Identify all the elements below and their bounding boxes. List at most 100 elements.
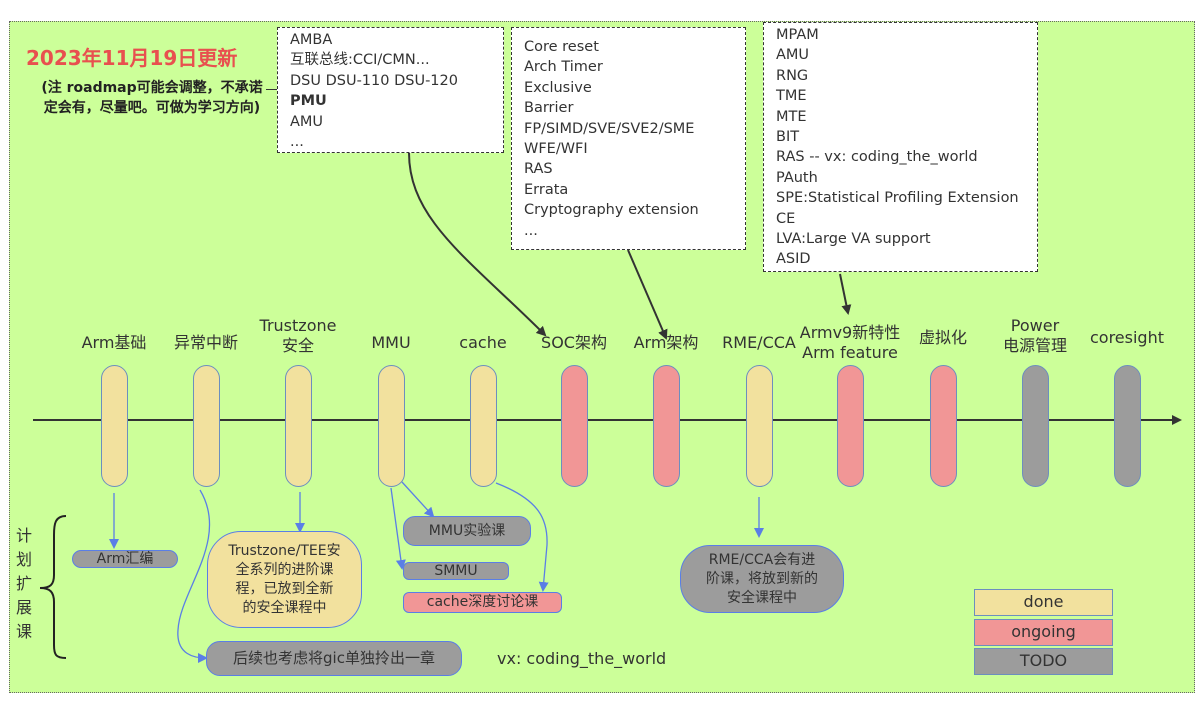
soc-item: 互联总线:CCI/CMN... <box>290 52 430 69</box>
milestone-label-line: RME/CCA <box>722 333 796 352</box>
armv9-item: RNG <box>776 67 809 84</box>
disclaimer-note: (注 roadmap可能会调整，不承诺 定会有，尽量吧。可做为学习方向) <box>18 78 286 118</box>
arrow-mmu-lab <box>401 481 435 518</box>
side-char: 计 <box>15 526 32 545</box>
milestone-ongoing[interactable] <box>560 365 588 487</box>
legend-label: TODO <box>1019 651 1068 670</box>
note-line-2: 定会有，尽量吧。可做为学习方向) <box>43 100 261 116</box>
legend-ongoing: ongoing <box>974 619 1113 646</box>
course-line: 程，已放到全新 <box>235 580 334 597</box>
milestone-ongoing[interactable] <box>929 365 957 487</box>
milestone-label: coresight <box>1090 328 1164 348</box>
milestone-done[interactable] <box>284 365 312 487</box>
armv9-item: AMU <box>776 47 810 64</box>
arch-item: Exclusive <box>524 79 592 96</box>
milestone-label-line: Power <box>1010 316 1060 335</box>
soc-detail-box: AMBA 互联总线:CCI/CMN... DSU DSU-110 DSU-120… <box>277 27 504 153</box>
course-line: 的安全课程中 <box>242 599 327 616</box>
extension-courses-label: 计 划 扩 展 课 <box>14 524 34 644</box>
legend-label: ongoing <box>1011 622 1076 641</box>
arch-item: WFE/WFI <box>524 141 588 158</box>
course-rme-cca[interactable]: RME/CCA会有进 阶课，将放到新的 安全课程中 <box>680 545 844 613</box>
arm-arch-detail-box: Core reset Arch Timer Exclusive Barrier … <box>511 27 746 250</box>
milestone-label: Armv9新特性 Arm feature <box>800 323 900 363</box>
side-char: 课 <box>15 622 32 641</box>
milestone-done[interactable] <box>377 365 405 487</box>
arrow-smmu <box>390 487 406 570</box>
course-line: 安全课程中 <box>727 589 797 606</box>
arrow-gic <box>177 489 211 663</box>
milestone-done[interactable] <box>745 365 773 487</box>
arch-item: FP/SIMD/SVE/SVE2/SME <box>524 120 695 137</box>
course-line: RME/CCA会有进 <box>708 551 816 568</box>
milestone-label: Arm架构 <box>634 333 699 353</box>
milestone-label: Power 电源管理 <box>1003 316 1067 356</box>
armv9-item: PAuth <box>776 169 818 186</box>
arch-item: RAS <box>524 161 553 178</box>
legend-label: done <box>1023 592 1064 611</box>
milestone-label-line: MMU <box>371 333 411 352</box>
side-char: 扩 <box>15 574 32 593</box>
milestone-label-line: Trustzone <box>259 316 337 335</box>
armv9-item: CE <box>776 210 796 227</box>
milestone-ongoing[interactable] <box>836 365 864 487</box>
soc-item: ... <box>290 134 304 151</box>
soc-item: AMBA <box>290 32 333 48</box>
side-char: 划 <box>15 550 32 569</box>
armv9-item: LVA:Large VA support <box>776 231 931 248</box>
milestone-label: 异常中断 <box>174 333 238 353</box>
course-line: 全系列的进阶课 <box>235 561 334 578</box>
brace <box>39 515 67 659</box>
armv9-item: RAS -- vx: coding_the_world <box>776 149 978 166</box>
legend-done: done <box>974 589 1113 616</box>
side-char: 展 <box>15 598 32 617</box>
soc-item: AMU <box>290 113 324 130</box>
arch-item: Errata <box>524 181 569 198</box>
soc-item: PMU <box>290 93 327 110</box>
milestone-label-line: 异常中断 <box>173 333 239 352</box>
armv9-item: MTE <box>776 108 807 125</box>
milestone-todo[interactable] <box>1021 365 1049 487</box>
soc-item: DSU DSU-110 DSU-120 <box>290 72 458 89</box>
course-arm-asm[interactable]: Arm汇编 <box>72 550 178 568</box>
milestone-done[interactable] <box>469 365 497 487</box>
armv9-item: MPAM <box>776 27 819 43</box>
milestone-label: 虚拟化 <box>919 328 967 348</box>
milestone-label: MMU <box>371 333 410 353</box>
milestone-label: RME/CCA <box>722 333 796 353</box>
arch-item: Core reset <box>524 39 599 55</box>
note-line-1: (注 roadmap可能会调整，不承诺 <box>41 80 263 96</box>
milestone-label: Trustzone 安全 <box>260 316 337 356</box>
course-gic[interactable]: 后续也考虑将gic单独拎出一章 <box>206 641 462 676</box>
course-cache-deep[interactable]: cache深度讨论课 <box>403 592 562 613</box>
armv9-detail-box: MPAM AMU RNG TME MTE BIT RAS -- vx: codi… <box>763 22 1038 272</box>
milestone-label: cache <box>459 333 506 353</box>
legend-todo: TODO <box>974 648 1113 675</box>
arch-item: ... <box>524 222 538 239</box>
milestone-label: SOC架构 <box>541 333 607 353</box>
armv9-item: ASID <box>776 251 811 268</box>
milestone-label-line: coresight <box>1089 328 1165 347</box>
course-trustzone-tee[interactable]: Trustzone/TEE安 全系列的进阶课 程，已放到全新 的安全课程中 <box>207 531 362 628</box>
arch-item: Barrier <box>524 100 574 117</box>
armv9-item: SPE:Statistical Profiling Extension <box>776 190 1019 207</box>
course-line: Trustzone/TEE安 <box>228 542 341 559</box>
milestone-label-line: Armv9新特性 <box>799 323 901 342</box>
milestone-label-line: SOC架构 <box>541 333 607 352</box>
arrow-armv9-box <box>839 273 852 315</box>
update-title: 2023年11月19日更新 <box>26 46 238 70</box>
milestone-done[interactable] <box>100 365 128 487</box>
course-smmu[interactable]: SMMU <box>403 562 509 580</box>
course-mmu-lab[interactable]: MMU实验课 <box>403 516 531 546</box>
milestone-todo[interactable] <box>1113 365 1141 487</box>
milestone-label-line: 虚拟化 <box>918 328 968 347</box>
arrow-arch-box <box>627 249 668 340</box>
milestone-label-line: Arm基础 <box>81 333 147 352</box>
milestone-ongoing[interactable] <box>652 365 680 487</box>
milestone-label-line: cache <box>459 333 507 352</box>
milestone-label-line: 安全 <box>281 336 315 355</box>
milestone-label-line: Arm架构 <box>633 333 699 352</box>
milestone-done[interactable] <box>192 365 220 487</box>
arch-item: Arch Timer <box>524 59 603 76</box>
course-line: 阶课，将放到新的 <box>706 570 818 587</box>
